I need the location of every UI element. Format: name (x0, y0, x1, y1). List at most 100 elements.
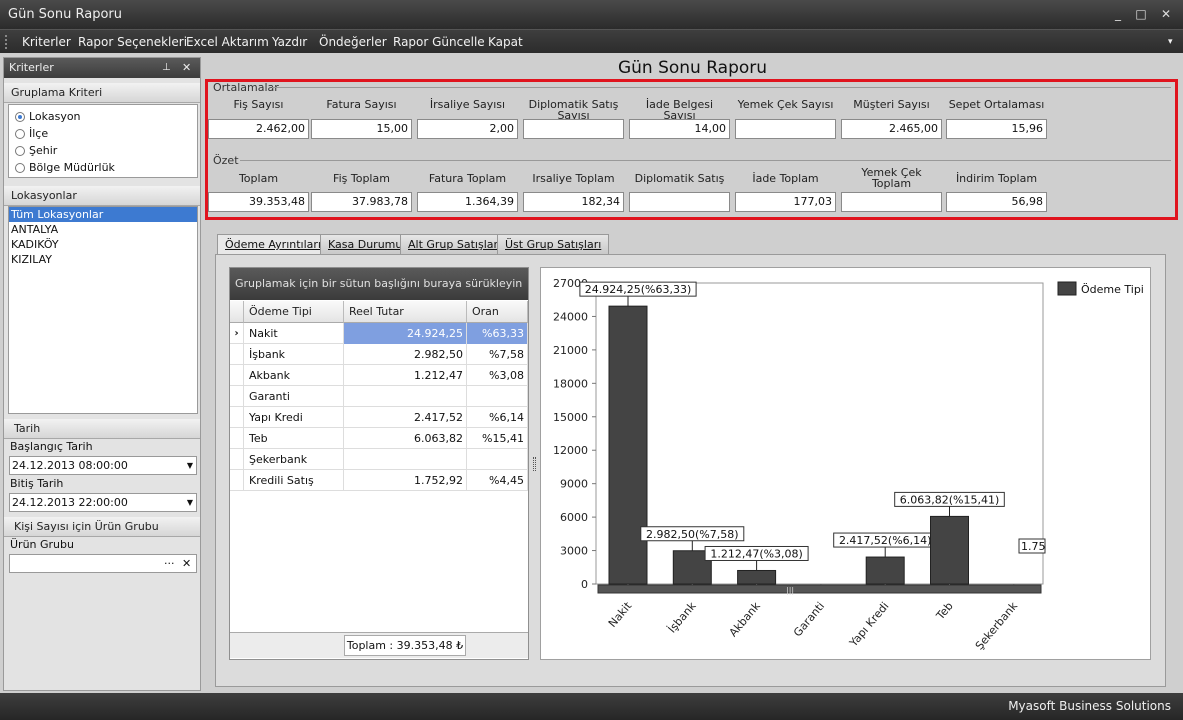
table-row[interactable]: Şekerbank (230, 449, 528, 470)
bar (865, 556, 905, 585)
end-date-picker[interactable]: 24.12.2013 22:00:00 ▼ (9, 493, 197, 512)
column-header-odeme-tipi[interactable]: Ödeme Tipi (244, 301, 344, 323)
ellipsis-button[interactable]: ··· (164, 555, 175, 572)
cell-odeme-tipi[interactable]: Yapı Kredi (244, 407, 344, 428)
chevron-down-icon[interactable]: ▼ (187, 494, 193, 511)
clear-icon[interactable]: ✕ (182, 555, 191, 572)
radio-label-ilce[interactable]: İlçe (29, 127, 48, 140)
cell-odeme-tipi[interactable]: İşbank (244, 344, 344, 365)
locations-title: Lokasyonlar (11, 189, 77, 202)
table-row[interactable]: Teb 6.063,82 %15,41 (230, 428, 528, 449)
menu-overflow-icon[interactable]: ▾ (1168, 30, 1173, 54)
group-panel-hint[interactable]: Gruplamak için bir sütun başlığını buray… (230, 268, 528, 300)
tab-kasa-durumu[interactable]: Kasa Durumu (320, 234, 411, 254)
radio-ilce[interactable] (15, 129, 25, 139)
cell-odeme-tipi[interactable]: Kredili Satış (244, 470, 344, 491)
radio-label-lokasyon[interactable]: Lokasyon (29, 110, 81, 123)
close-window-button[interactable]: ✕ (1156, 4, 1176, 24)
location-item-all[interactable]: Tüm Lokasyonlar (9, 207, 197, 222)
cell-odeme-tipi[interactable]: Nakit (244, 323, 344, 344)
close-panel-icon[interactable]: ✕ (182, 58, 191, 78)
pin-icon[interactable]: ⊥ (162, 58, 171, 78)
table-row[interactable]: Akbank 1.212,47 %3,08 (230, 365, 528, 386)
splitter-handle[interactable] (533, 457, 536, 471)
cell-reel-tutar[interactable]: 1.752,92 (344, 470, 467, 491)
cell-reel-tutar[interactable]: 6.063,82 (344, 428, 467, 449)
cell-reel-tutar[interactable]: 2.982,50 (344, 344, 467, 365)
radio-label-sehir[interactable]: Şehir (29, 144, 57, 157)
table-row[interactable]: Kredili Satış 1.752,92 %4,45 (230, 470, 528, 491)
chevron-down-icon[interactable]: ▼ (187, 457, 193, 474)
menu-kriterler[interactable]: Kriterler (22, 30, 71, 54)
radio-lokasyon[interactable] (15, 112, 25, 122)
tab-alt-grup-satislari[interactable]: Alt Grup Satışları (400, 234, 510, 254)
cell-oran[interactable]: %7,58 (467, 344, 528, 365)
averages-value-field: 14,00 (629, 119, 730, 139)
chart-svg: 0300060009000120001500018000210002400027… (553, 277, 1144, 652)
cell-oran[interactable]: %15,41 (467, 428, 528, 449)
table-row[interactable]: Yapı Kredi 2.417,52 %6,14 (230, 407, 528, 428)
menu-ondegerler[interactable]: Öndeğerler (319, 30, 387, 54)
cell-reel-tutar[interactable]: 2.417,52 (344, 407, 467, 428)
page-title: Gün Sonu Raporu (617, 58, 768, 78)
tab-odeme-ayrintilari[interactable]: Ödeme Ayrıntıları (217, 234, 329, 255)
status-bar: Myasoft Business Solutions (0, 693, 1183, 720)
cell-oran[interactable]: %4,45 (467, 470, 528, 491)
cell-oran[interactable] (467, 386, 528, 407)
criteria-panel: Kriterler ⊥ ✕ Gruplama Kriteri Lokasyon … (3, 57, 201, 691)
cell-odeme-tipi[interactable]: Akbank (244, 365, 344, 386)
cell-reel-tutar[interactable] (344, 449, 467, 470)
y-tick-label: 24000 (553, 310, 588, 323)
row-indicator-icon: › (230, 323, 244, 344)
table-row[interactable]: Garanti (230, 386, 528, 407)
table-row[interactable]: › Nakit 24.924,25 %63,33 (230, 323, 528, 344)
radio-sehir[interactable] (15, 146, 25, 156)
start-date-picker[interactable]: 24.12.2013 08:00:00 ▼ (9, 456, 197, 475)
table-row[interactable]: İşbank 2.982,50 %7,58 (230, 344, 528, 365)
cell-reel-tutar[interactable]: 24.924,25 (344, 323, 467, 344)
tab-ust-grup-satislari[interactable]: Üst Grup Satışları (497, 234, 610, 254)
summary-label: Toplam (238, 171, 279, 185)
summary-value-field: 56,98 (946, 192, 1047, 212)
product-group-field[interactable]: ··· ✕ (9, 554, 197, 573)
x-tick-label: Akbank (727, 599, 764, 639)
summary-label: Yemek Çek Toplam (861, 166, 922, 190)
minimize-button[interactable]: _ (1108, 4, 1128, 24)
status-text: Myasoft Business Solutions (1008, 699, 1171, 713)
cell-reel-tutar[interactable] (344, 386, 467, 407)
menu-kapat[interactable]: Kapat (488, 30, 523, 54)
clipped-data-label: 1.75 (1021, 540, 1046, 553)
location-item-antalya[interactable]: ANTALYA (9, 222, 197, 237)
cell-oran[interactable]: %3,08 (467, 365, 528, 386)
cell-reel-tutar[interactable]: 1.212,47 (344, 365, 467, 386)
row-indicator (230, 386, 244, 407)
cell-oran[interactable]: %6,14 (467, 407, 528, 428)
radio-bolge[interactable] (15, 163, 25, 173)
column-header-oran[interactable]: Oran (467, 301, 528, 323)
bar (930, 515, 969, 585)
criteria-panel-header: Kriterler ⊥ ✕ (4, 58, 200, 78)
summary-title: Özet (213, 154, 239, 167)
y-tick-label: 6000 (560, 511, 588, 524)
product-group-title: Kişi Sayısı için Ürün Grubu (14, 520, 159, 533)
menu-grip (5, 35, 7, 49)
cell-odeme-tipi[interactable]: Garanti (244, 386, 344, 407)
summary-value-field: 177,03 (735, 192, 836, 212)
cell-oran[interactable]: %63,33 (467, 323, 528, 344)
product-group-label: Ürün Grubu (10, 538, 74, 551)
cell-odeme-tipi[interactable]: Şekerbank (244, 449, 344, 470)
menu-excel-aktarim[interactable]: Excel Aktarım (186, 30, 269, 54)
summary-value-field: 37.983,78 (311, 192, 412, 212)
menu-yazdir[interactable]: Yazdır (272, 30, 307, 54)
menu-rapor-secenekleri[interactable]: Rapor Seçenekleri (78, 30, 187, 54)
maximize-button[interactable]: □ (1131, 4, 1151, 24)
column-header-reel-tutar[interactable]: Reel Tutar (344, 301, 467, 323)
cell-oran[interactable] (467, 449, 528, 470)
location-item-kizilay[interactable]: KIZILAY (9, 252, 197, 267)
averages-label: Müşteri Sayısı (853, 98, 930, 111)
cell-odeme-tipi[interactable]: Teb (244, 428, 344, 449)
radio-label-bolge[interactable]: Bölge Müdürlük (29, 161, 115, 174)
averages-value-field: 2,00 (417, 119, 518, 139)
location-item-kadikoy[interactable]: KADIKÖY (9, 237, 197, 252)
menu-rapor-guncelle[interactable]: Rapor Güncelle (393, 30, 485, 54)
